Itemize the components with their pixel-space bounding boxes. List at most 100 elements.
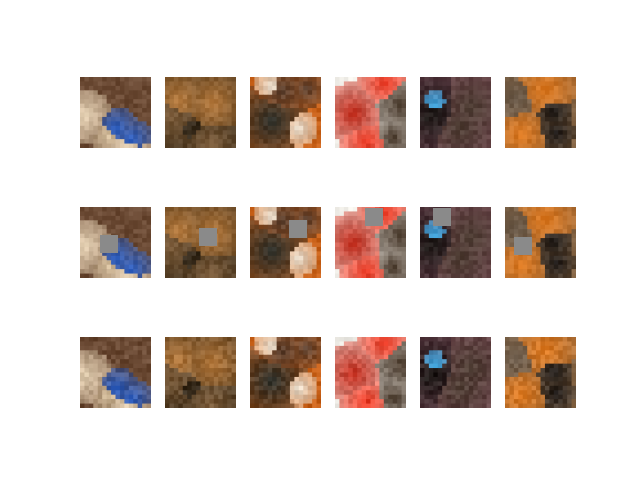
pixel-block xyxy=(133,215,139,221)
pixel-block xyxy=(128,207,134,212)
pixel-block xyxy=(442,121,448,127)
pixel-block xyxy=(289,354,295,360)
pixel-block xyxy=(93,385,99,391)
pixel-block xyxy=(146,368,151,373)
pixel-block xyxy=(182,345,188,351)
pixel-block xyxy=(173,139,179,145)
pixel-block xyxy=(128,85,134,91)
pixel-block xyxy=(298,246,304,252)
pixel-block xyxy=(468,81,474,87)
pixel-block xyxy=(379,381,385,387)
pixel-block xyxy=(518,116,524,122)
pixel-block xyxy=(567,103,573,109)
pixel-block xyxy=(289,394,295,400)
pixel-block xyxy=(379,130,385,136)
image-pixels xyxy=(335,207,406,278)
pixel-block xyxy=(303,121,309,127)
pixel-block xyxy=(513,134,519,140)
pixel-block xyxy=(80,215,85,221)
pixel-block xyxy=(289,345,295,351)
pixel-block xyxy=(522,125,528,131)
pixel-block xyxy=(428,337,434,342)
pixel-block xyxy=(281,246,286,252)
pixel-block xyxy=(477,403,483,408)
pixel-block xyxy=(115,94,121,100)
pixel-block xyxy=(437,242,443,248)
pixel-block xyxy=(348,81,354,87)
pixel-block xyxy=(146,363,151,369)
pixel-block xyxy=(513,376,519,382)
pixel-block xyxy=(468,130,474,136)
pixel-block xyxy=(80,99,85,105)
pixel-block xyxy=(285,238,291,243)
pixel-block xyxy=(374,354,380,360)
pixel-block xyxy=(518,125,524,131)
pixel-block xyxy=(477,363,483,369)
pixel-block xyxy=(392,255,398,261)
pixel-block xyxy=(115,372,121,378)
pixel-block xyxy=(80,390,85,396)
pixel-block xyxy=(285,399,291,405)
pixel-block xyxy=(428,403,434,408)
pixel-block xyxy=(187,229,193,235)
pixel-block xyxy=(509,112,515,118)
pixel-block xyxy=(505,77,510,82)
pixel-block xyxy=(388,81,394,87)
pixel-block xyxy=(106,341,112,347)
pixel-block xyxy=(433,108,439,113)
pixel-block xyxy=(182,116,188,122)
pixel-block xyxy=(352,215,358,221)
pixel-block xyxy=(267,121,273,127)
pixel-block xyxy=(477,350,483,356)
pixel-block xyxy=(124,90,130,96)
pixel-block xyxy=(562,215,568,221)
pixel-block xyxy=(370,85,376,91)
pixel-block xyxy=(80,211,85,217)
pixel-block xyxy=(536,229,541,235)
pixel-block xyxy=(567,77,573,82)
pixel-block xyxy=(558,273,564,278)
pixel-block xyxy=(298,385,304,391)
pixel-block xyxy=(84,390,90,396)
pixel-block xyxy=(312,99,318,105)
pixel-block xyxy=(571,242,576,248)
pixel-block xyxy=(173,337,179,342)
pixel-block xyxy=(254,121,260,127)
pixel-block xyxy=(182,130,188,136)
pixel-block xyxy=(178,134,184,140)
pixel-block xyxy=(119,233,125,239)
pixel-block xyxy=(513,215,519,221)
pixel-block xyxy=(298,399,304,405)
pixel-block xyxy=(397,134,403,140)
pixel-block xyxy=(433,233,439,239)
pixel-block xyxy=(276,269,282,275)
pixel-block xyxy=(307,246,313,252)
pixel-block xyxy=(361,246,367,252)
pixel-block xyxy=(124,260,130,266)
pixel-block xyxy=(544,345,550,351)
pixel-block xyxy=(437,399,443,405)
pixel-block xyxy=(388,207,394,212)
pixel-block xyxy=(196,372,201,378)
pixel-block xyxy=(486,376,491,382)
pixel-block xyxy=(455,273,461,278)
pixel-block xyxy=(473,399,479,405)
pixel-block xyxy=(146,112,151,118)
pixel-block xyxy=(209,372,215,378)
pixel-block xyxy=(468,77,474,82)
pixel-block xyxy=(285,207,291,212)
pixel-block xyxy=(165,77,170,82)
pixel-block xyxy=(428,264,434,270)
pixel-block xyxy=(437,376,443,382)
pixel-block xyxy=(178,376,184,382)
pixel-block xyxy=(433,345,439,351)
pixel-block xyxy=(258,394,264,400)
pixel-block xyxy=(285,251,291,257)
pixel-block xyxy=(468,85,474,91)
pixel-block xyxy=(298,350,304,356)
pixel-block xyxy=(352,224,358,230)
pixel-block xyxy=(93,108,99,113)
pixel-block xyxy=(124,399,130,405)
pixel-block xyxy=(464,211,470,217)
pixel-block xyxy=(527,134,533,140)
